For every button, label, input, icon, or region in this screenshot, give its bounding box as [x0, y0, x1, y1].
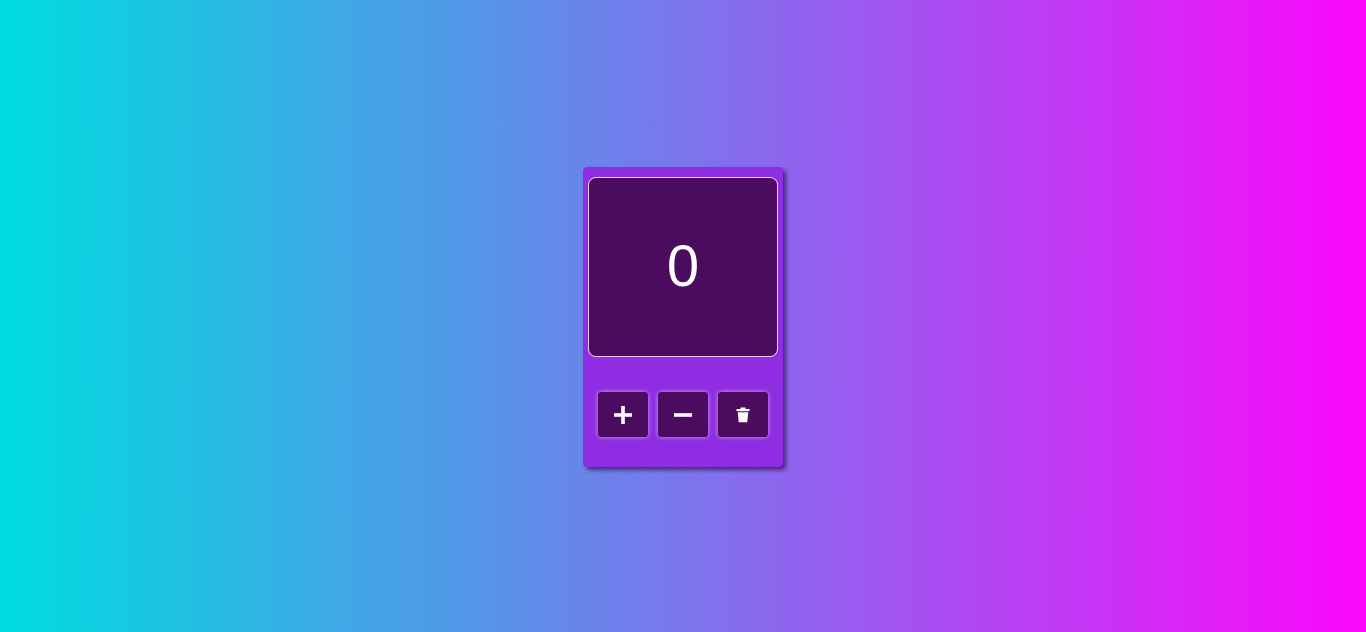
counter-value: 0	[666, 234, 700, 299]
reset-button[interactable]	[718, 392, 768, 437]
decrement-button[interactable]	[658, 392, 708, 437]
plus-icon	[614, 405, 632, 424]
counter-display: 0	[588, 177, 778, 357]
button-row	[598, 392, 768, 437]
trash-icon	[736, 407, 750, 422]
counter-card: 0	[583, 167, 783, 467]
minus-icon	[674, 412, 692, 417]
increment-button[interactable]	[598, 392, 648, 437]
